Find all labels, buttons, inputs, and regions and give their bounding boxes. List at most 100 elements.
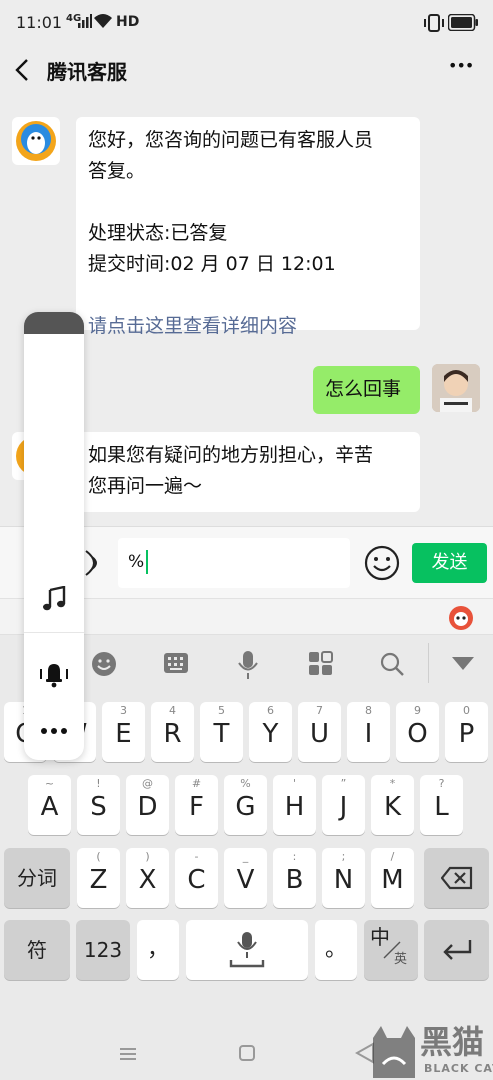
key-primary-label: X — [138, 865, 157, 895]
back-arrow-icon[interactable] — [14, 58, 30, 82]
slash-icon — [383, 941, 401, 959]
message-text: 答复。 — [88, 160, 146, 182]
system-navigation-bar: 黑猫 BLACK CAT — [0, 1024, 493, 1080]
key-secondary-label: ! — [96, 777, 101, 790]
key-o[interactable]: 9O — [396, 702, 439, 762]
key-primary-label: P — [458, 719, 475, 749]
penguin-icon — [16, 121, 56, 161]
key-d[interactable]: @ D — [126, 775, 169, 835]
segment-key-label: 分词 — [17, 866, 57, 890]
key-a[interactable]: ~ A — [28, 775, 71, 835]
key-secondary-label: / — [390, 850, 395, 863]
key-primary-label: E — [115, 719, 132, 749]
key-secondary-label: 7 — [316, 704, 323, 717]
key-secondary-label: 5 — [218, 704, 225, 717]
key-j[interactable]: ” J — [322, 775, 365, 835]
key-secondary-label: ' — [292, 777, 297, 790]
bell-vibrate-icon[interactable] — [38, 660, 70, 688]
key-s[interactable]: ! S — [77, 775, 120, 835]
key-f[interactable]: # F — [175, 775, 218, 835]
watermark-en-text: BLACK CAT — [424, 1062, 493, 1075]
key-secondary-label: _ — [242, 850, 249, 863]
key-m[interactable]: / M — [371, 848, 414, 908]
space-key[interactable] — [186, 920, 308, 980]
key-y[interactable]: 6Y — [249, 702, 292, 762]
key-primary-label: R — [163, 719, 182, 749]
message-text-input[interactable]: % — [118, 538, 350, 588]
collapse-keyboard-icon[interactable] — [452, 657, 474, 671]
key-b[interactable]: :B — [273, 848, 316, 908]
key-secondary-label: * — [389, 777, 396, 790]
number-key[interactable]: 123 — [76, 920, 130, 980]
emoji-icon[interactable] — [364, 545, 400, 581]
key-r[interactable]: 4R — [151, 702, 194, 762]
my-avatar[interactable] — [432, 364, 480, 412]
language-switch-key[interactable]: 中 英 — [364, 920, 418, 980]
key-p[interactable]: 0P — [445, 702, 488, 762]
user-photo-icon — [432, 364, 480, 412]
keyboard-emoji-icon[interactable] — [91, 651, 117, 677]
key-k[interactable]: * K — [371, 775, 414, 835]
view-details-link[interactable]: 请点击这里查看详细内容 — [88, 311, 408, 342]
message-text: 如果您有疑问的地方别担心，辛苦 — [88, 444, 374, 466]
panel-handle[interactable] — [24, 312, 84, 334]
key-n[interactable]: ; N — [322, 848, 365, 908]
music-note-icon[interactable] — [42, 586, 66, 612]
enter-key[interactable] — [424, 920, 489, 980]
key-u[interactable]: 7U — [298, 702, 341, 762]
backspace-key[interactable] — [424, 848, 489, 908]
more-dots-icon[interactable] — [40, 726, 68, 736]
message-time-text: 提交时间:02 月 07 日 12:01 — [88, 253, 336, 275]
key-primary-label: V — [236, 865, 255, 895]
key-g[interactable]: % G — [224, 775, 267, 835]
key-primary-label: H — [284, 792, 305, 822]
wifi-icon — [94, 14, 112, 28]
key-i[interactable]: 8I — [347, 702, 390, 762]
key-primary-label: A — [40, 792, 59, 822]
voice-input-icon[interactable] — [237, 650, 259, 680]
symbol-key[interactable]: 符 — [4, 920, 70, 980]
black-cat-logo-icon — [373, 1026, 415, 1078]
floating-side-panel — [24, 312, 84, 760]
recent-apps-icon[interactable] — [118, 1046, 138, 1062]
message-bubble-service-reply[interactable]: 您好，您咨询的问题已有客服人员 答复。 处理状态:已答复 提交时间:02 月 0… — [76, 117, 420, 337]
key-t[interactable]: 5T — [200, 702, 243, 762]
key-e[interactable]: 3E — [102, 702, 145, 762]
key-secondary-label: - — [194, 850, 199, 863]
key-primary-label: J — [339, 792, 348, 822]
key-primary-label: U — [309, 719, 330, 749]
input-value: % — [128, 552, 145, 572]
key-c[interactable]: -C — [175, 848, 218, 908]
toolbox-grid-icon[interactable] — [308, 651, 334, 677]
message-bubble-mine[interactable]: 怎么回事 — [313, 366, 420, 414]
comma-key[interactable]: ， — [137, 920, 179, 980]
status-bar: 11:01 4G HD — [0, 0, 493, 46]
period-key-label: 。 — [324, 937, 347, 962]
send-button[interactable]: 发送 — [412, 543, 487, 583]
key-primary-label: D — [137, 792, 158, 822]
segment-key[interactable]: 分词 — [4, 848, 70, 908]
cell-signal-icon — [78, 14, 92, 28]
key-z[interactable]: (Z — [77, 848, 120, 908]
symbol-key-label: 符 — [27, 938, 47, 962]
text-cursor — [146, 550, 148, 574]
tencent-service-avatar[interactable] — [12, 117, 60, 165]
home-icon[interactable] — [238, 1044, 256, 1062]
key-primary-label: N — [333, 865, 354, 895]
key-x[interactable]: ) X — [126, 848, 169, 908]
search-icon[interactable] — [379, 651, 405, 677]
period-key[interactable]: 。 — [315, 920, 357, 980]
key-secondary-label: ~ — [44, 777, 55, 790]
panel-divider — [24, 632, 84, 633]
ime-mascot-icon[interactable] — [448, 605, 474, 631]
key-l[interactable]: ? L — [420, 775, 463, 835]
chat-title: 腾讯客服 — [47, 60, 127, 84]
key-v[interactable]: _ V — [224, 848, 267, 908]
watermark-cn-text: 黑猫 — [420, 1023, 485, 1061]
message-bubble-service-reply[interactable]: 如果您有疑问的地方别担心，辛苦 您再问一遍～ — [76, 432, 420, 512]
more-options-button[interactable]: ••• — [448, 56, 474, 75]
enter-icon — [443, 940, 472, 960]
key-h[interactable]: ' H — [273, 775, 316, 835]
keyboard-layout-icon[interactable] — [163, 652, 189, 676]
message-status-text: 处理状态:已答复 — [88, 222, 228, 244]
